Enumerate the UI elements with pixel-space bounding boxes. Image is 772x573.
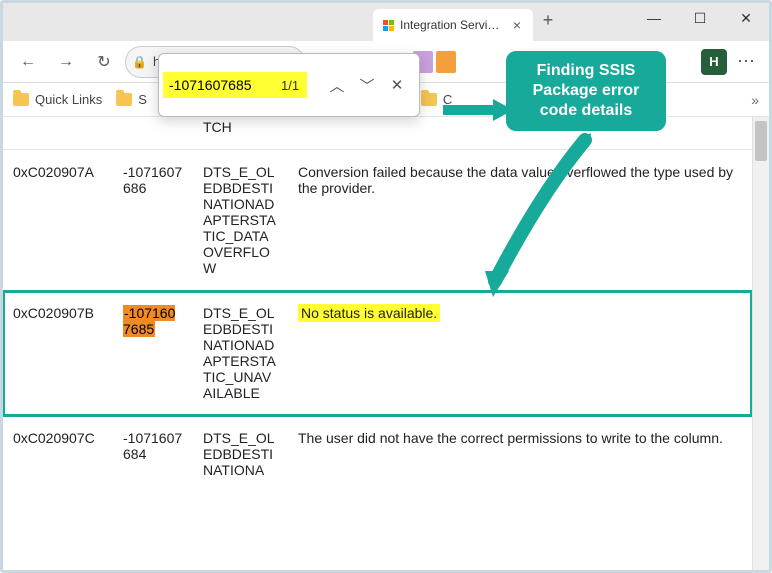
find-input[interactable] <box>163 72 273 98</box>
forward-button[interactable]: → <box>49 45 83 79</box>
bookmark-label: S <box>138 92 147 107</box>
annotation-arrow-icon <box>481 133 601 303</box>
cell-name: TCH <box>193 117 288 150</box>
refresh-button[interactable]: ↻ <box>87 45 121 79</box>
table-row: 0xC020907A -1071607686 DTS_E_OLEDBDESTIN… <box>3 150 752 291</box>
table-row: 0xC020907C -1071607684 DTS_E_OLEDBDESTIN… <box>3 416 752 493</box>
scrollbar-thumb[interactable] <box>755 121 767 161</box>
cell-dec <box>113 117 193 150</box>
table-row-highlighted: 0xC020907B -1071607685 DTS_E_OLEDBDESTIN… <box>3 291 752 416</box>
menu-button[interactable]: ⋯ <box>731 51 761 72</box>
desc-highlight: No status is available. <box>298 304 440 322</box>
cell-hex <box>3 117 113 150</box>
find-match-highlight: -1071607685 <box>123 305 175 337</box>
profile-avatar[interactable]: H <box>701 49 727 75</box>
lock-icon: 🔒 <box>132 55 147 69</box>
annotation-callout: Finding SSIS Package error code details <box>506 51 666 131</box>
cell-dec: -1071607686 <box>113 150 193 291</box>
cell-hex: 0xC020907B <box>3 291 113 416</box>
bookmark-quick-links[interactable]: Quick Links <box>13 92 102 107</box>
vertical-scrollbar[interactable] <box>752 117 769 570</box>
cell-dec: -1071607684 <box>113 416 193 493</box>
find-in-page-bar: 1/1 ︿ ﹀ ✕ <box>158 53 420 117</box>
folder-icon <box>116 93 132 106</box>
bookmark-s[interactable]: S <box>116 92 147 107</box>
close-tab-icon[interactable]: × <box>509 17 525 33</box>
close-window-button[interactable]: ✕ <box>723 3 769 33</box>
cell-name: DTS_E_OLEDBDESTINATIONADAPTERSTATIC_DATA… <box>193 150 288 291</box>
cell-dec: -1071607685 <box>113 291 193 416</box>
cell-desc: The user did not have the correct permis… <box>288 416 752 493</box>
cell-name: DTS_E_OLEDBDESTINATIONADAPTERSTATIC_UNAV… <box>193 291 288 416</box>
tab-title: Integration Services <box>400 18 503 32</box>
window-controls: ― ☐ ✕ <box>631 3 769 33</box>
cell-desc: No status is available. <box>288 291 752 416</box>
page-content: TCH 0xC020907A -1071607686 DTS_E_OLEDBDE… <box>3 117 769 570</box>
new-tab-button[interactable]: + <box>533 10 563 31</box>
folder-icon <box>421 93 437 106</box>
callout-text: Finding SSIS Package error code details <box>533 62 640 119</box>
find-prev-button[interactable]: ︿ <box>323 71 351 99</box>
bookmark-label: Quick Links <box>35 92 102 107</box>
maximize-button[interactable]: ☐ <box>677 3 723 33</box>
find-count: 1/1 <box>273 72 307 98</box>
annotation-arrow-icon <box>443 95 513 125</box>
browser-tab[interactable]: Integration Services × <box>373 9 533 41</box>
minimize-button[interactable]: ― <box>631 3 677 33</box>
bookmarks-overflow-icon[interactable]: » <box>751 92 759 108</box>
microsoft-icon <box>383 20 394 31</box>
find-close-button[interactable]: ✕ <box>383 71 411 99</box>
cell-hex: 0xC020907C <box>3 416 113 493</box>
chip-orange[interactable] <box>436 51 456 73</box>
back-button[interactable]: ← <box>11 45 45 79</box>
folder-icon <box>13 93 29 106</box>
error-code-table: TCH 0xC020907A -1071607686 DTS_E_OLEDBDE… <box>3 117 752 492</box>
find-next-button[interactable]: ﹀ <box>353 71 381 99</box>
cell-name: DTS_E_OLEDBDESTINATIONA <box>193 416 288 493</box>
cell-hex: 0xC020907A <box>3 150 113 291</box>
window-titlebar: Integration Services × + ― ☐ ✕ <box>3 3 769 41</box>
